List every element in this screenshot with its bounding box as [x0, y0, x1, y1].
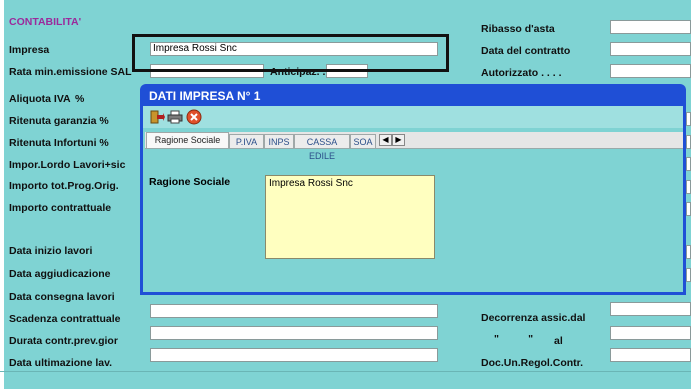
- hidden-field-2[interactable]: [686, 135, 691, 149]
- hidden-field-5[interactable]: [686, 202, 691, 216]
- durata-field[interactable]: [150, 326, 438, 340]
- dialog-tab-strip: Ragione Sociale P.IVA INPS CASSA EDILE S…: [145, 132, 683, 161]
- tab-soa[interactable]: SOA: [350, 134, 376, 148]
- section-title: CONTABILITA': [9, 16, 82, 28]
- highlight-rectangle: [132, 34, 449, 72]
- ritenuta-infortuni-label: Ritenuta Infortuni %: [9, 137, 109, 149]
- rata-label: Rata min.emissione SAL: [9, 66, 132, 78]
- doc-un-label: Doc.Un.Regol.Contr.: [481, 357, 584, 369]
- aliquota-pct-label: %: [75, 93, 85, 105]
- ragione-sociale-label: Ragione Sociale: [149, 176, 231, 188]
- tab-piva[interactable]: P.IVA: [229, 134, 264, 148]
- scadenza-field[interactable]: [150, 304, 438, 318]
- hidden-field-6[interactable]: [686, 245, 691, 259]
- doc-un-field[interactable]: [610, 348, 691, 362]
- ragione-sociale-field[interactable]: Impresa Rossi Snc: [265, 175, 435, 259]
- data-aggiudicazione-label: Data aggiudicazione: [9, 268, 111, 280]
- data-ultimazione-label: Data ultimazione lav.: [9, 357, 113, 369]
- impresa-label: Impresa: [9, 44, 50, 56]
- decorrenza-label: Decorrenza assic.dal: [481, 312, 586, 324]
- tab-ragione-sociale[interactable]: Ragione Sociale: [146, 132, 229, 148]
- hidden-field-7[interactable]: [686, 268, 691, 282]
- hidden-field-4[interactable]: [686, 180, 691, 194]
- data-inizio-label: Data inizio lavori: [9, 245, 93, 257]
- hidden-field-1[interactable]: [686, 112, 691, 126]
- dialog-body: Ragione Sociale P.IVA INPS CASSA EDILE S…: [143, 106, 683, 292]
- hidden-field-3[interactable]: [686, 157, 691, 171]
- durata-label: Durata contr.prev.gior: [9, 335, 118, 347]
- importo-tot-label: Importo tot.Prog.Orig.: [9, 180, 119, 192]
- tabs-scroll-right-icon[interactable]: ▶: [392, 134, 405, 146]
- aliquota-label: Aliquota IVA: [9, 93, 71, 105]
- dati-impresa-dialog: DATI IMPRESA N° 1 Ragione Sociale P.IVA …: [140, 84, 686, 295]
- autorizzato-field[interactable]: [610, 64, 691, 78]
- exit-icon[interactable]: [149, 109, 165, 125]
- print-icon[interactable]: [167, 109, 183, 125]
- tab-inps[interactable]: INPS: [264, 134, 294, 148]
- data-ultimazione-field[interactable]: [150, 348, 438, 362]
- al-field[interactable]: [610, 326, 691, 340]
- autorizzato-label: Autorizzato . . . .: [481, 67, 562, 79]
- close-icon[interactable]: [186, 109, 202, 125]
- ritenuta-garanzia-label: Ritenuta garanzia %: [9, 115, 109, 127]
- ribasso-field[interactable]: [610, 20, 691, 34]
- importo-contrattuale-label: Importo contrattuale: [9, 202, 112, 214]
- ditto-marks: " ": [494, 333, 534, 345]
- ribasso-label: Ribasso d'asta: [481, 23, 555, 35]
- dialog-toolbar: [143, 106, 683, 128]
- data-contratto-label: Data del contratto: [481, 45, 571, 57]
- scadenza-label: Scadenza contrattuale: [9, 313, 121, 325]
- al-label: al: [554, 335, 563, 347]
- data-contratto-field[interactable]: [610, 42, 691, 56]
- form-bottom-border: [0, 371, 691, 372]
- impor-lordo-label: Impor.Lordo Lavori+sic: [9, 159, 126, 171]
- decorrenza-field[interactable]: [610, 302, 691, 316]
- data-consegna-label: Data consegna lavori: [9, 291, 115, 303]
- dialog-title: DATI IMPRESA N° 1: [149, 89, 261, 103]
- tab-cassa-edile[interactable]: CASSA EDILE: [294, 134, 350, 161]
- tabs-scroll-left-icon[interactable]: ◀: [379, 134, 392, 146]
